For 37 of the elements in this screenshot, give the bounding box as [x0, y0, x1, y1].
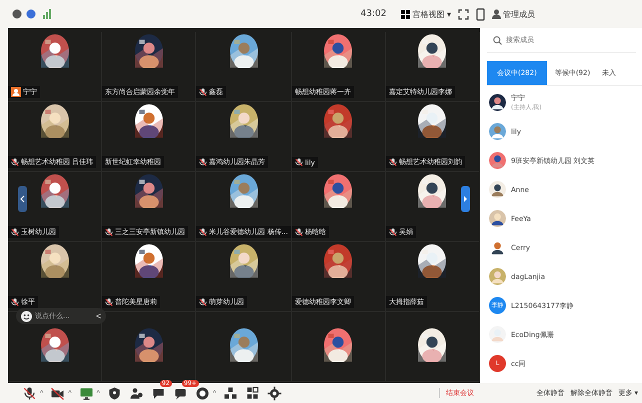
- manage-members-button[interactable]: 管理成员: [492, 8, 535, 20]
- grid-icon: [401, 10, 410, 18]
- phone-icon[interactable]: [476, 8, 485, 20]
- person-icon: [492, 9, 501, 19]
- muted-mic-icon: [199, 298, 208, 306]
- grid-icon[interactable]: [245, 386, 260, 400]
- muted-mic-icon: [199, 88, 208, 96]
- muted-mic-icon: [388, 158, 397, 166]
- meeting-timer: 43:02: [360, 9, 386, 19]
- muted-mic-icon: [11, 158, 19, 166]
- muted-mic-icon: [199, 158, 208, 166]
- fullscreen-icon[interactable]: [458, 8, 469, 20]
- chevron-left-icon: [20, 195, 25, 203]
- camera-off-icon[interactable]: [50, 386, 66, 400]
- monitor-icon[interactable]: [78, 386, 94, 400]
- muted-mic-icon: [388, 228, 397, 236]
- smiley-icon: [21, 310, 32, 322]
- muted-mic-icon: [105, 298, 114, 306]
- muted-mic-icon: [294, 158, 303, 167]
- host-icon: [11, 87, 21, 97]
- muted-mic-icon: [105, 228, 114, 236]
- participants-icon[interactable]: [128, 386, 144, 400]
- search-icon: [493, 36, 502, 44]
- muted-mic-icon: [11, 228, 19, 236]
- apps-icon[interactable]: [223, 386, 238, 400]
- muted-mic-icon[interactable]: [22, 386, 37, 400]
- previous-page-button[interactable]: [18, 186, 27, 212]
- shield-icon[interactable]: [106, 386, 122, 400]
- muted-mic-icon: [11, 298, 19, 306]
- settings-icon[interactable]: [267, 386, 282, 400]
- next-page-button[interactable]: [461, 186, 470, 212]
- chevron-right-icon: [463, 195, 468, 203]
- view-button[interactable]: 宫格视图 ▾: [401, 8, 451, 20]
- muted-mic-icon: [294, 228, 303, 236]
- collapse-button[interactable]: <: [96, 311, 102, 321]
- record-icon[interactable]: [194, 386, 210, 400]
- muted-mic-icon: [199, 228, 208, 236]
